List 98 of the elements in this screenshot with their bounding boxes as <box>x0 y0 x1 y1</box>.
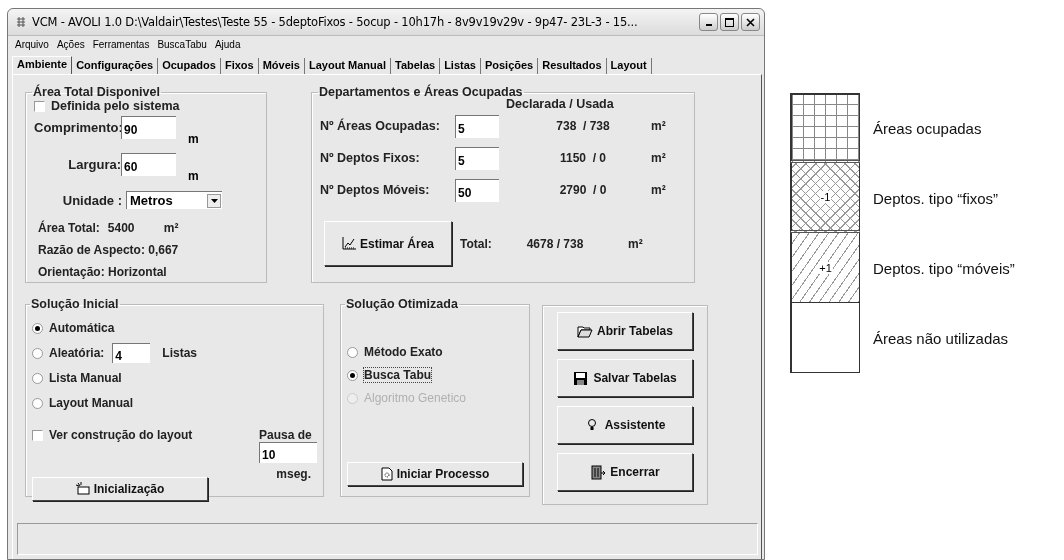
estimate-button[interactable]: Estimar Área <box>324 221 452 266</box>
checkbox-label: Ver construção do layout <box>49 428 193 442</box>
input-field[interactable]: 5 <box>455 114 499 138</box>
menu-item[interactable]: Arquivo <box>15 39 49 50</box>
field-label: Largura: <box>67 157 121 172</box>
caret-icon <box>210 198 218 203</box>
area-amount: 2790 / 0 <box>558 183 608 197</box>
unit-label: mseg. <box>276 467 311 481</box>
action-button[interactable]: Encerrar <box>557 453 693 491</box>
radio-label: Automática <box>49 321 115 335</box>
input-field[interactable]: 10 <box>259 442 317 463</box>
action-button[interactable]: Assistente <box>557 406 693 444</box>
tab[interactable]: Fixos <box>220 58 259 74</box>
input-field[interactable]: 4 <box>112 343 151 363</box>
tab[interactable]: Listas <box>440 58 481 74</box>
total-amount: 4678 / 738 <box>525 236 585 251</box>
pause-label: Pausa de <box>259 428 312 442</box>
legend-label: Áreas não utilizadas <box>873 329 1009 347</box>
maximize-icon <box>725 17 734 27</box>
maximize-button[interactable] <box>720 13 739 31</box>
input-field[interactable]: 5 <box>455 146 499 170</box>
input-field[interactable]: 60 <box>121 153 176 176</box>
menu-item[interactable]: BuscaTabu <box>157 39 207 50</box>
radio-label: Layout Manual <box>49 396 133 410</box>
initialize-button[interactable]: Inicialização <box>32 476 208 501</box>
tab[interactable]: Ocupados <box>158 58 221 74</box>
menu-item[interactable]: Ações <box>56 39 85 50</box>
group-title: Departamentos e Áreas Ocupadas <box>318 85 524 99</box>
door-icon <box>590 464 607 480</box>
input-field[interactable]: 90 <box>121 116 176 139</box>
orientation-text: Orientação: Horizontal <box>38 265 168 279</box>
radio-button[interactable] <box>347 369 358 381</box>
tab[interactable]: Móveis <box>258 58 305 74</box>
field-label: Nº Deptos Fixos: <box>320 151 421 165</box>
app-icon <box>15 16 27 28</box>
tab[interactable]: Layout <box>606 58 652 74</box>
area-label: Área Total: <box>38 221 100 235</box>
radio-label: Algoritmo Genetico <box>364 391 467 405</box>
swatch-mark: +1 <box>818 261 833 274</box>
unit-label: m <box>188 132 199 146</box>
radio-label: Busca Tabu <box>364 368 432 382</box>
swatch-mark: -1 <box>819 190 832 203</box>
area-value: 5400 <box>107 221 136 235</box>
area-amount: 1150 / 0 <box>558 151 607 165</box>
unit-label: m² <box>651 119 666 133</box>
radio-button[interactable] <box>347 346 358 358</box>
tab[interactable]: Configurações <box>72 58 159 74</box>
menu-item[interactable]: Ajuda <box>214 39 241 50</box>
field-label: Comprimento: <box>34 120 121 135</box>
total-label: Total: <box>460 236 492 251</box>
unit-dropdown[interactable]: Metros <box>126 191 222 209</box>
suffix-label: Listas <box>162 346 198 360</box>
close-icon <box>746 17 755 27</box>
radio-button[interactable] <box>32 372 43 384</box>
unit-label: m² <box>163 221 179 235</box>
checkbox[interactable] <box>34 100 45 112</box>
group-title: Solução Otimizada <box>345 297 459 311</box>
legend-label: Áreas ocupadas <box>873 119 982 137</box>
checkbox-label: Definida pelo sistema <box>51 99 180 113</box>
tab[interactable]: Layout Manual <box>304 58 391 74</box>
tab[interactable]: Ambiente <box>12 56 73 74</box>
radio-button[interactable] <box>32 347 43 359</box>
chart-icon <box>341 237 356 250</box>
radio-label: Aleatória: <box>49 346 105 360</box>
checkbox[interactable] <box>32 429 43 441</box>
radio-label: Lista Manual <box>49 371 122 385</box>
menu-item[interactable]: Ferramentas <box>92 39 150 50</box>
action-button[interactable]: Salvar Tabelas <box>557 359 693 397</box>
group-title: Área Total Disponivel <box>32 85 161 99</box>
legend-label: Deptos. tipo “fixos” <box>873 189 999 207</box>
unit-label: m² <box>628 236 643 251</box>
document-icon <box>380 467 393 481</box>
wand-icon <box>75 482 90 495</box>
field-label: Nº Deptos Móveis: <box>320 183 431 197</box>
group-title: Solução Inicial <box>30 297 120 311</box>
dropdown-button[interactable] <box>207 193 221 208</box>
minimize-button[interactable] <box>699 13 718 31</box>
column-header: Declarada / Usada <box>506 97 615 111</box>
radio-button[interactable] <box>32 397 43 409</box>
radio-button[interactable] <box>32 322 43 334</box>
folder-icon <box>577 323 594 339</box>
tab[interactable]: Resultados <box>538 58 607 74</box>
close-button[interactable] <box>741 13 760 31</box>
start-button[interactable]: Iniciar Processo <box>347 462 523 486</box>
tab[interactable]: Tabelas <box>391 58 441 74</box>
input-field[interactable]: 50 <box>455 178 499 202</box>
area-amount: 738 / 738 <box>555 119 611 133</box>
unit-label: m² <box>651 183 666 197</box>
aspect-ratio-text: Razão de Aspecto: 0,667 <box>38 243 180 257</box>
unit-label: m <box>188 169 199 183</box>
field-label: Unidade : <box>61 192 122 208</box>
tab[interactable]: Posições <box>480 58 539 74</box>
radio-label: Método Exato <box>364 345 443 359</box>
legend-label: Deptos. tipo “móveis” <box>873 259 1015 277</box>
window-title: VCM - AVOLI 1.0 D:\Valdair\Testes\Teste 55 - 5deptoFixos - 5ocup - 10h17h - 8v9v19v29v - 9p47- 23L-3 - 15... <box>32 15 639 29</box>
field-label: Nº Áreas Ocupadas: <box>320 119 441 133</box>
action-button[interactable]: Abrir Tabelas <box>557 312 693 350</box>
unit-label: m² <box>651 151 666 165</box>
